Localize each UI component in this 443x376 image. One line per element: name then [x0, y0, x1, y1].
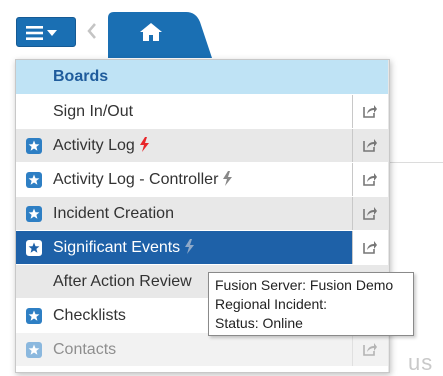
open-external-button[interactable]: [352, 333, 388, 366]
menu-item-label: Activity Log - Controller: [53, 171, 219, 188]
share-icon: [363, 139, 377, 152]
hamburger-icon: [26, 26, 57, 40]
home-icon: [140, 23, 162, 41]
share-icon: [363, 173, 377, 186]
lightning-bolt-icon: [139, 137, 149, 152]
star-badge-icon: [26, 240, 42, 256]
star-badge-icon: [26, 342, 42, 358]
menu-item-label: Checklists: [53, 307, 126, 324]
menu-item-incident-creation[interactable]: Incident Creation: [16, 197, 388, 231]
star-badge-icon: [26, 138, 42, 154]
menu-item-label: Sign In/Out: [53, 103, 134, 120]
lightning-bolt-icon: [223, 171, 233, 186]
open-external-button[interactable]: [352, 129, 388, 162]
tooltip-incident-line: Regional Incident:: [215, 296, 328, 312]
menu-item-contacts[interactable]: Contacts: [16, 333, 388, 367]
share-icon: [363, 343, 377, 356]
scroll-up-icon[interactable]: [388, 80, 390, 94]
background-partial-text: us: [408, 350, 434, 375]
lightning-bolt-icon: [185, 239, 195, 254]
open-external-button[interactable]: [352, 95, 388, 128]
star-badge-icon: [26, 172, 42, 188]
caret-down-icon: [47, 30, 57, 36]
menu-header-boards: Boards: [16, 60, 388, 95]
menu-item-activity-log-controller[interactable]: Activity Log - Controller: [16, 163, 388, 197]
open-external-button[interactable]: [352, 163, 388, 196]
menu-item-label: Significant Events: [53, 239, 181, 256]
background-divider: [390, 162, 443, 163]
main-menu-button[interactable]: [16, 17, 76, 47]
menu-item-significant-events[interactable]: Significant Events: [16, 231, 388, 265]
star-badge-icon: [26, 206, 42, 222]
share-icon: [363, 105, 377, 118]
server-status-tooltip: Fusion Server: Fusion Demo Regional Inci…: [208, 272, 414, 336]
open-external-button[interactable]: [352, 197, 388, 230]
menu-item-activity-log[interactable]: Activity Log: [16, 129, 388, 163]
menu-item-sign-in-out[interactable]: Sign In/Out: [16, 95, 388, 129]
top-bar: [0, 0, 443, 58]
open-external-button[interactable]: [352, 231, 388, 264]
menu-header-label: Boards: [53, 68, 109, 85]
share-icon: [363, 207, 377, 220]
menu-item-label: Contacts: [53, 341, 117, 358]
menu-item-label: Incident Creation: [53, 205, 174, 222]
menu-item-label: After Action Review: [53, 273, 192, 290]
tooltip-server-line: Fusion Server: Fusion Demo: [215, 277, 394, 293]
chevron-left-icon[interactable]: [86, 22, 98, 40]
tooltip-status-line: Status: Online: [215, 315, 303, 331]
share-icon: [363, 241, 377, 254]
star-badge-icon: [26, 308, 42, 324]
menu-item-label: Activity Log: [53, 137, 135, 154]
